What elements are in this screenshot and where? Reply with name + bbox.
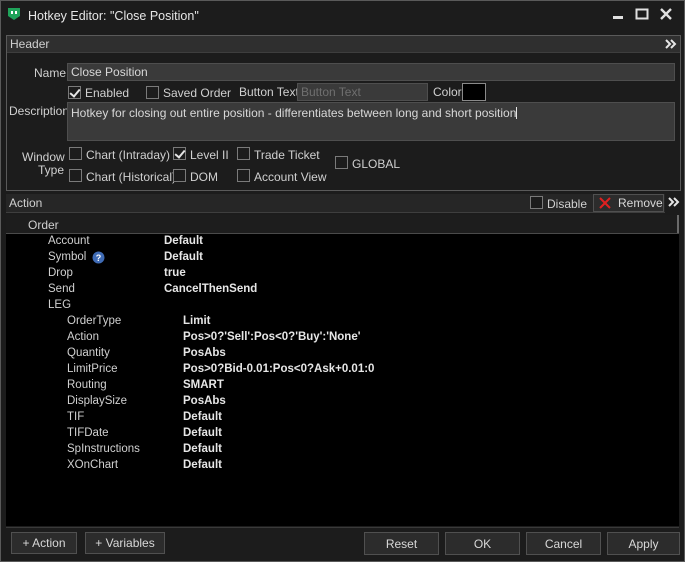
footer-divider <box>6 527 679 528</box>
description-textarea[interactable]: Hotkey for closing out entire position -… <box>67 102 675 141</box>
header-section-bar[interactable]: Header <box>7 36 680 53</box>
hotkey-editor-window: Hotkey Editor: "Close Position" Header N… <box>0 0 685 562</box>
tree-key-spinstructions: SpInstructions <box>67 443 140 455</box>
window-type-global-label: GLOBAL <box>352 157 401 171</box>
tree-key-send: Send <box>48 283 75 295</box>
maximize-button[interactable] <box>632 6 652 22</box>
tree-value-action[interactable]: Pos>0?'Sell':Pos<0?'Buy':'None' <box>183 331 360 343</box>
window-type-chart-historical-label: Chart (Historical) <box>86 170 177 184</box>
tree-value-quantity[interactable]: PosAbs <box>183 347 226 359</box>
svg-text:?: ? <box>96 253 102 263</box>
enabled-label: Enabled <box>85 86 130 100</box>
tree-key-tifdate: TIFDate <box>67 427 109 439</box>
window-type-trade-ticket-checkbox[interactable] <box>237 147 250 160</box>
close-icon <box>660 8 672 20</box>
name-label: Name <box>34 66 67 80</box>
ok-button[interactable]: OK <box>445 532 520 555</box>
tree-value-ordertype[interactable]: Limit <box>183 315 210 327</box>
action-chevrons-icon[interactable] <box>668 197 680 207</box>
action-section-label: Action <box>9 196 43 210</box>
minimize-icon <box>613 16 623 19</box>
saved-order-label: Saved Order <box>163 86 232 100</box>
remove-button-label: Remove <box>618 196 663 210</box>
tree-key-action: Action <box>67 331 99 343</box>
window-type-dom-label: DOM <box>190 170 218 184</box>
window-type-account-view-checkbox[interactable] <box>237 169 250 182</box>
add-action-button[interactable]: + Action <box>11 532 77 554</box>
disable-checkbox[interactable] <box>530 196 543 209</box>
window-type-chart-intraday-checkbox[interactable] <box>69 147 82 160</box>
tree-value-account[interactable]: Default <box>164 235 203 247</box>
tree-scrollbar[interactable] <box>677 215 679 233</box>
tree-key-limitprice: LimitPrice <box>67 363 118 375</box>
tree-key-quantity: Quantity <box>67 347 110 359</box>
color-label: Color <box>433 85 462 99</box>
description-label: Description <box>9 104 70 118</box>
tree-key-xonchart: XOnChart <box>67 459 119 471</box>
disable-label: Disable <box>547 197 588 211</box>
header-section-label: Header <box>10 37 50 51</box>
title-bar[interactable]: Hotkey Editor: "Close Position" <box>1 1 684 29</box>
tree-value-send[interactable]: CancelThenSend <box>164 283 257 295</box>
reset-button[interactable]: Reset <box>364 532 439 555</box>
add-variables-button[interactable]: + Variables <box>85 532 165 554</box>
window-type-label-line2: Type <box>38 163 65 177</box>
tree-value-tifdate[interactable]: Default <box>183 427 222 439</box>
tree-value-drop[interactable]: true <box>164 267 186 279</box>
tree-key-displaysize: DisplaySize <box>67 395 128 407</box>
button-text-input[interactable]: Button Text <box>297 83 428 101</box>
window-type-level2-checkbox[interactable] <box>173 147 186 160</box>
tree-value-tif[interactable]: Default <box>183 411 222 423</box>
window-title: Hotkey Editor: "Close Position" <box>28 9 199 23</box>
description-text: Hotkey for closing out entire position -… <box>71 106 517 120</box>
tree-value-symbol[interactable]: Default <box>164 251 203 263</box>
window-type-account-view-label: Account View <box>254 170 327 184</box>
text-cursor <box>516 107 518 119</box>
app-logo-icon <box>8 8 20 20</box>
tree-key-symbol: Symbol <box>48 251 87 263</box>
tree-value-xonchart[interactable]: Default <box>183 459 222 471</box>
maximize-icon <box>635 8 649 20</box>
help-icon[interactable]: ? <box>92 251 105 264</box>
tree-key-tif: TIF <box>67 411 85 423</box>
tree-key-leg[interactable]: LEG <box>48 299 71 311</box>
action-tree[interactable]: Order Account Default Symbol ? Default D… <box>6 215 679 526</box>
window-type-label-line1: Window <box>22 150 65 164</box>
remove-button[interactable]: Remove <box>593 194 664 212</box>
tree-value-routing[interactable]: SMART <box>183 379 224 391</box>
close-button[interactable] <box>656 6 676 22</box>
tree-key-routing: Routing <box>67 379 107 391</box>
name-input[interactable]: Close Position <box>67 63 675 81</box>
window-type-chart-historical-checkbox[interactable] <box>69 169 82 182</box>
apply-button[interactable]: Apply <box>607 532 680 555</box>
window-type-dom-checkbox[interactable] <box>173 169 186 182</box>
tree-key-account: Account <box>48 235 90 247</box>
tree-root-label: Order <box>28 218 59 232</box>
minimize-button[interactable] <box>608 6 628 22</box>
enabled-checkbox[interactable] <box>68 86 81 99</box>
color-swatch[interactable] <box>462 83 486 101</box>
window-type-trade-ticket-label: Trade Ticket <box>254 148 320 162</box>
tree-value-displaysize[interactable]: PosAbs <box>183 395 226 407</box>
collapse-chevrons-icon[interactable] <box>665 39 677 49</box>
saved-order-checkbox[interactable] <box>146 86 159 99</box>
tree-key-drop: Drop <box>48 267 73 279</box>
tree-root-row[interactable]: Order <box>6 215 679 234</box>
window-type-global-checkbox[interactable] <box>335 156 348 169</box>
tree-value-spinstructions[interactable]: Default <box>183 443 222 455</box>
window-type-level2-label: Level II <box>190 148 229 162</box>
cancel-button[interactable]: Cancel <box>526 532 601 555</box>
window-type-chart-intraday-label: Chart (Intraday) <box>86 148 171 162</box>
tree-key-ordertype: OrderType <box>67 315 122 327</box>
button-text-label: Button Text <box>239 85 299 99</box>
tree-value-limitprice[interactable]: Pos>0?Bid-0.01:Pos<0?Ask+0.01:0 <box>183 363 374 375</box>
remove-x-icon <box>599 197 611 209</box>
